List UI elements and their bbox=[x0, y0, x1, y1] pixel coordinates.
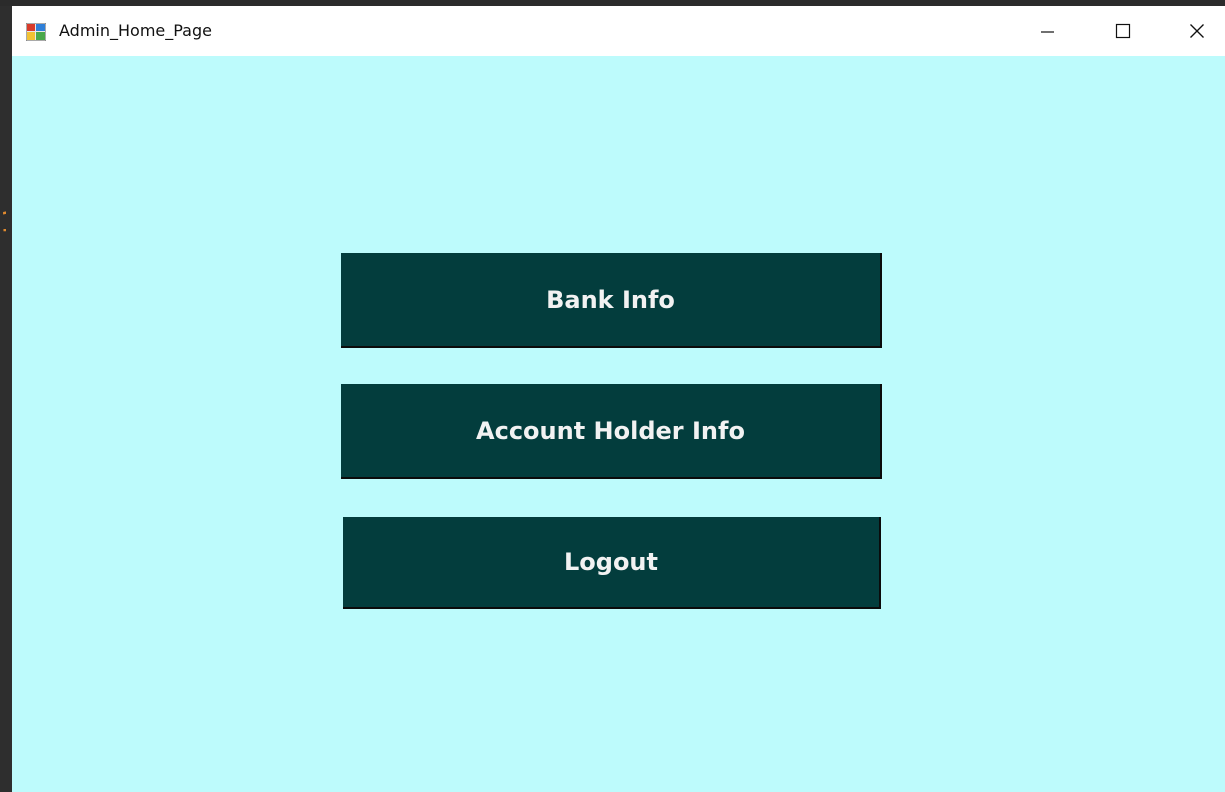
maximize-icon bbox=[1115, 23, 1131, 39]
background-text-fragment: 1 bbox=[0, 202, 6, 242]
bank-info-button[interactable]: Bank Info bbox=[341, 253, 882, 348]
logout-button[interactable]: Logout bbox=[343, 517, 881, 609]
admin-home-window: Admin_Home_Page Bank Info Account Holder… bbox=[12, 6, 1225, 792]
account-holder-info-button[interactable]: Account Holder Info bbox=[341, 384, 882, 479]
maximize-button[interactable] bbox=[1087, 6, 1159, 56]
close-icon bbox=[1189, 23, 1205, 39]
minimize-button[interactable] bbox=[1011, 6, 1083, 56]
background-window-edge: 1 bbox=[0, 6, 12, 792]
title-bar[interactable]: Admin_Home_Page bbox=[12, 6, 1225, 56]
close-button[interactable] bbox=[1161, 6, 1225, 56]
form-client-area: Bank Info Account Holder Info Logout bbox=[12, 56, 1225, 792]
app-icon bbox=[25, 22, 47, 42]
window-title: Admin_Home_Page bbox=[59, 21, 212, 40]
minimize-icon bbox=[1039, 23, 1055, 39]
